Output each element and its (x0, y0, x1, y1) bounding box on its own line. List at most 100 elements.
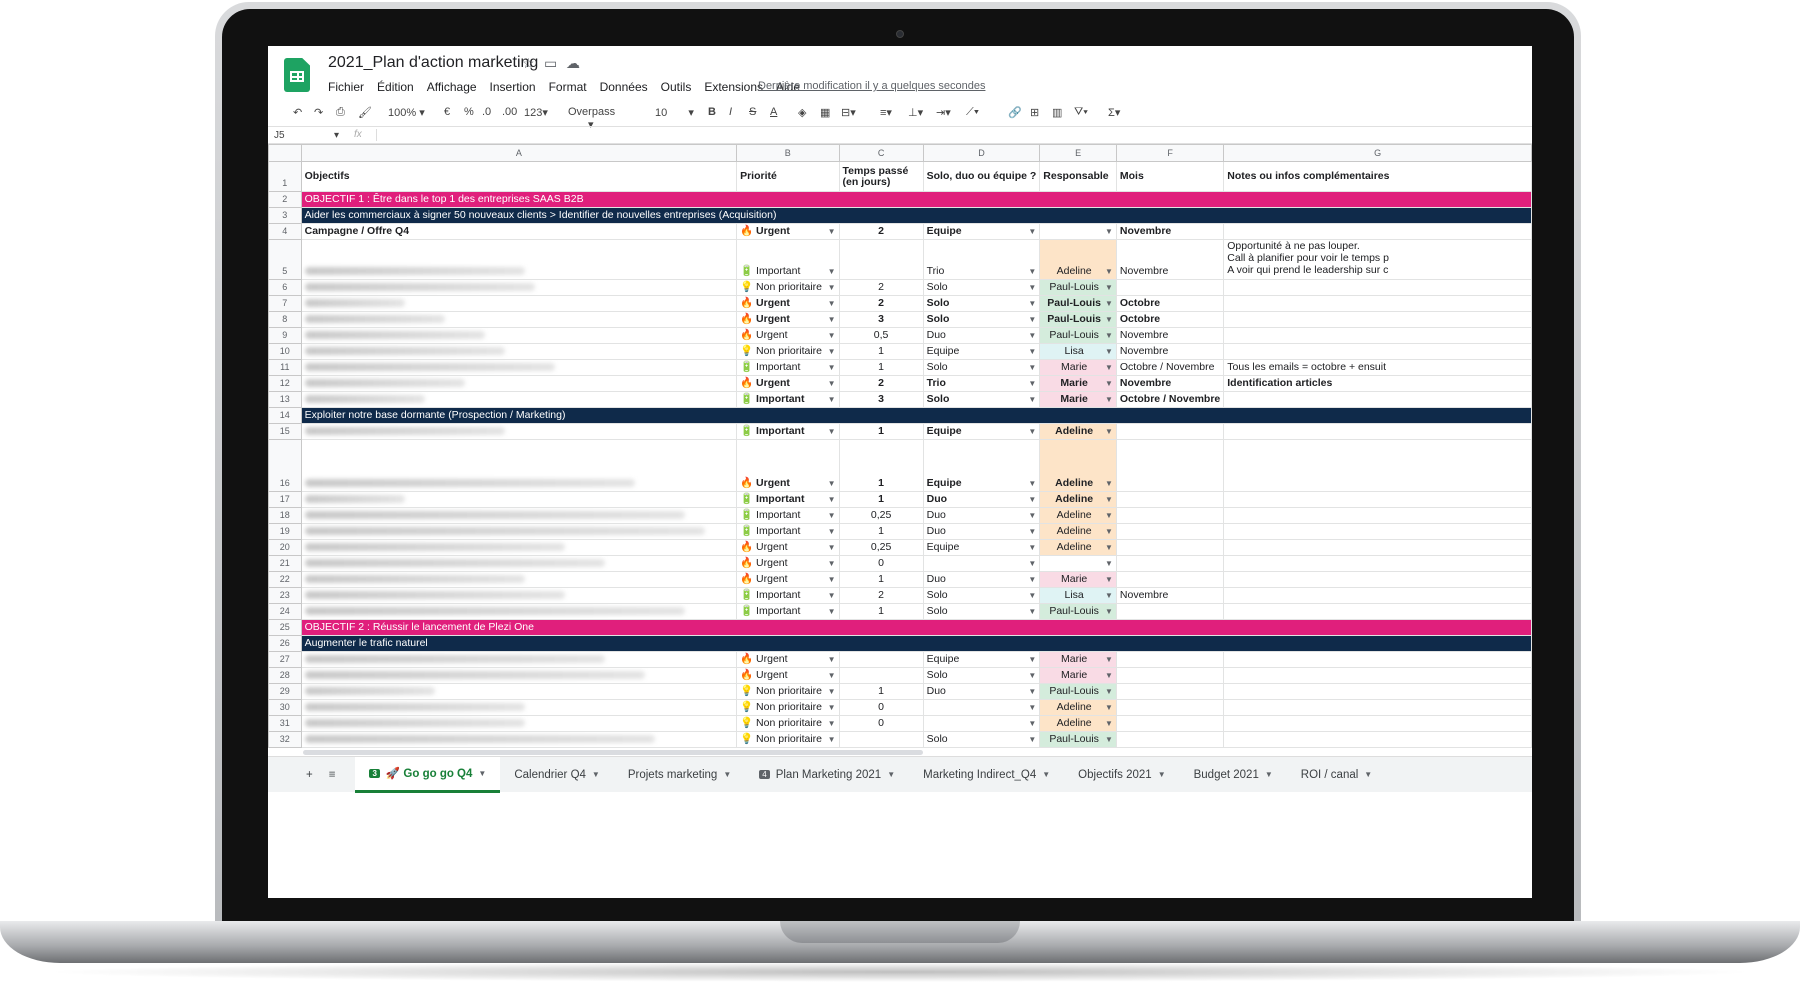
responsible-dropdown[interactable]: Paul-Louis ▼ (1043, 313, 1113, 327)
menu-fichier[interactable]: Fichier (328, 80, 364, 94)
dropdown-arrow-icon[interactable]: ▼ (1105, 476, 1113, 491)
zoom-select[interactable]: 100% ▾ (388, 106, 425, 119)
team-size-dropdown[interactable]: Equipe ▼ (927, 653, 1037, 667)
dropdown-arrow-icon[interactable]: ▼ (1105, 345, 1113, 359)
responsible-cell[interactable]: Marie ▼ (1039, 651, 1117, 668)
team-size-cell[interactable]: Trio ▼ (922, 239, 1041, 280)
functions-button[interactable]: Σ▾ (1108, 106, 1120, 119)
priority-dropdown[interactable]: 💡 Non prioritaire ▼ (740, 733, 835, 747)
responsible-dropdown[interactable]: Adeline ▼ (1043, 525, 1113, 539)
team-size-dropdown[interactable]: Solo ▼ (927, 393, 1037, 407)
cell-ref-box[interactable]: J5 (274, 130, 285, 141)
priority-dropdown[interactable]: 💡 Non prioritaire ▼ (740, 685, 836, 699)
notes-cell[interactable] (1223, 651, 1532, 668)
dropdown-arrow-icon[interactable]: ▼ (828, 329, 836, 343)
tab-menu-arrow-icon[interactable]: ▼ (1364, 770, 1372, 779)
dropdown-arrow-icon[interactable]: ▼ (828, 669, 836, 683)
objective-cell[interactable] (300, 571, 738, 588)
team-size-cell[interactable]: Solo ▼ (922, 587, 1041, 604)
row-number[interactable]: 26 (268, 635, 302, 652)
responsible-dropdown[interactable]: Paul-Louis ▼ (1043, 329, 1113, 343)
responsible-dropdown[interactable]: Paul-Louis ▼ (1043, 733, 1113, 747)
notes-cell[interactable] (1223, 603, 1532, 620)
dropdown-arrow-icon[interactable]: ▼ (1105, 605, 1113, 619)
priority-dropdown[interactable]: 🔥 Urgent ▼ (740, 541, 835, 555)
team-size-cell[interactable]: Equipe ▼ (922, 539, 1041, 556)
row-number[interactable]: 3 (268, 207, 302, 224)
objective-cell[interactable] (300, 731, 738, 748)
responsible-dropdown[interactable]: ▼ (1043, 557, 1113, 571)
team-size-cell[interactable]: Duo ▼ (922, 683, 1041, 700)
responsible-dropdown[interactable]: Adeline ▼ (1043, 264, 1113, 279)
responsible-cell[interactable]: Adeline ▼ (1039, 523, 1117, 540)
notes-cell[interactable] (1223, 391, 1532, 408)
sheet-tab[interactable]: Objectifs 2021 ▼ (1064, 757, 1179, 793)
row-number[interactable]: 10 (268, 343, 302, 360)
row-number[interactable]: 32 (268, 731, 302, 748)
notes-cell[interactable]: Opportunité à ne pas louper. Call à plan… (1223, 239, 1532, 280)
priority-dropdown[interactable]: 🔋 Important ▼ (740, 393, 835, 407)
dropdown-arrow-icon[interactable]: ▼ (828, 653, 836, 667)
priority-cell[interactable]: 🔥 Urgent ▼ (736, 311, 840, 328)
team-size-dropdown[interactable]: Duo ▼ (927, 685, 1037, 699)
month-cell[interactable]: Octobre / Novembre (1115, 359, 1225, 376)
corner-cell[interactable] (268, 144, 302, 162)
responsible-dropdown[interactable]: Marie ▼ (1043, 393, 1112, 407)
time-spent-cell[interactable]: 2 (838, 587, 924, 604)
priority-dropdown[interactable]: 🔥 Urgent ▼ (740, 297, 836, 311)
notes-cell[interactable] (1223, 295, 1532, 312)
month-cell[interactable]: Novembre (1115, 239, 1225, 280)
notes-cell[interactable] (1223, 731, 1532, 748)
column-header-e[interactable]: E (1039, 144, 1117, 162)
priority-dropdown[interactable]: 🔋 Important ▼ (740, 264, 835, 279)
priority-cell[interactable]: 🔋 Important ▼ (736, 239, 840, 280)
row-number[interactable]: 14 (268, 407, 302, 424)
team-size-cell[interactable]: Solo ▼ (922, 731, 1041, 748)
column-header-b[interactable]: B (736, 144, 840, 162)
column-header-c[interactable]: C (838, 144, 924, 162)
row-number[interactable]: 30 (268, 699, 302, 716)
month-cell[interactable] (1115, 731, 1225, 748)
priority-dropdown[interactable]: 🔋 Important ▼ (740, 509, 835, 523)
notes-cell[interactable] (1223, 587, 1532, 604)
row-number[interactable]: 31 (268, 715, 302, 732)
dropdown-arrow-icon[interactable]: ▼ (828, 685, 836, 699)
dropdown-arrow-icon[interactable]: ▼ (828, 297, 836, 311)
dropdown-arrow-icon[interactable]: ▼ (1105, 701, 1113, 715)
time-spent-cell[interactable]: 1 (838, 439, 924, 492)
priority-dropdown[interactable]: 🔥 Urgent ▼ (740, 313, 835, 327)
horizontal-scrollbar[interactable] (303, 750, 923, 755)
priority-cell[interactable]: 🔋 Important ▼ (736, 423, 840, 440)
team-size-dropdown[interactable]: Trio ▼ (927, 264, 1037, 279)
responsible-cell[interactable]: ▼ (1039, 555, 1117, 572)
priority-cell[interactable]: 🔥 Urgent ▼ (736, 439, 840, 492)
subsection-banner[interactable]: Exploiter notre base dormante (Prospecti… (300, 407, 1532, 424)
decrease-decimal-button[interactable]: .0 (482, 106, 491, 118)
notes-cell[interactable] (1223, 539, 1532, 556)
objective-cell[interactable] (300, 715, 738, 732)
month-cell[interactable] (1115, 423, 1225, 440)
objective-cell[interactable] (300, 651, 738, 668)
responsible-cell[interactable]: Marie ▼ (1039, 667, 1117, 684)
cells-table[interactable]: A B C D E F G 1 Objectifs Priorité Temps passé (en… (268, 144, 1532, 748)
team-size-cell[interactable]: Trio ▼ (922, 375, 1041, 392)
row-number[interactable]: 20 (268, 539, 302, 556)
sheet-tab[interactable]: Projets marketing ▼ (614, 757, 745, 793)
time-spent-cell[interactable]: 1 (838, 491, 924, 508)
team-size-dropdown[interactable]: Solo ▼ (927, 589, 1037, 603)
dropdown-arrow-icon[interactable]: ▼ (1028, 509, 1036, 523)
responsible-dropdown[interactable]: Marie ▼ (1043, 361, 1113, 375)
priority-dropdown[interactable]: 🔥 Urgent ▼ (740, 653, 836, 667)
priority-dropdown[interactable]: 🔥 Urgent ▼ (740, 377, 835, 391)
increase-decimal-button[interactable]: .00 (502, 106, 517, 118)
responsible-cell[interactable]: Lisa ▼ (1039, 587, 1117, 604)
responsible-cell[interactable]: Paul-Louis ▼ (1039, 683, 1117, 700)
responsible-dropdown[interactable]: Marie ▼ (1043, 377, 1112, 391)
team-size-dropdown[interactable]: Duo ▼ (927, 493, 1037, 507)
responsible-dropdown[interactable]: Adeline ▼ (1043, 541, 1113, 555)
month-cell[interactable] (1115, 603, 1225, 620)
team-size-cell[interactable]: Equipe ▼ (922, 423, 1041, 440)
month-cell[interactable]: Novembre (1115, 375, 1225, 392)
team-size-dropdown[interactable]: Equipe ▼ (927, 225, 1037, 239)
responsible-cell[interactable]: Adeline ▼ (1039, 423, 1117, 440)
